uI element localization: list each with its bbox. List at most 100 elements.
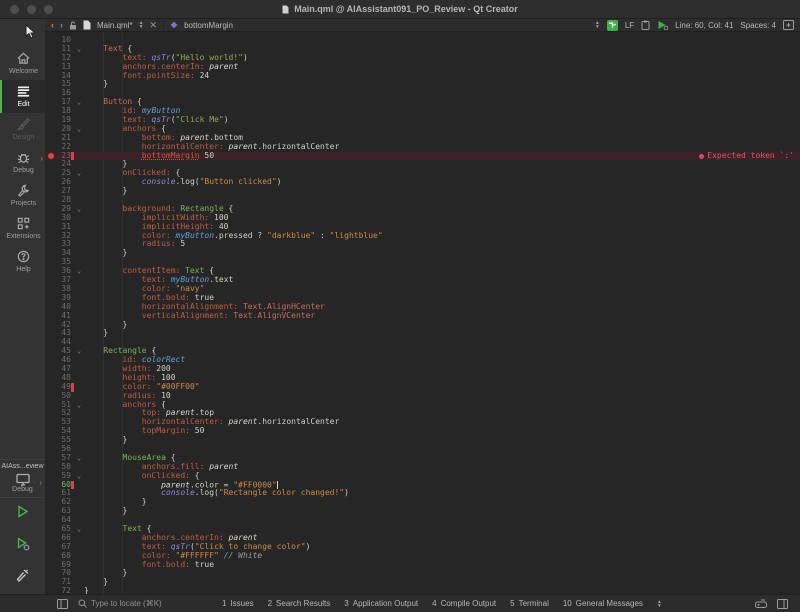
pane-button-search-results[interactable]: 2Search Results xyxy=(268,599,331,608)
sidebar-item-welcome[interactable]: Welcome xyxy=(0,47,45,80)
code-model-status-icon[interactable] xyxy=(607,20,618,31)
mouse-cursor-icon xyxy=(24,24,36,40)
cursor-position-indicator[interactable]: Line: 60, Col: 41 xyxy=(675,21,733,30)
edit-lines-icon xyxy=(16,84,31,99)
code-line-26[interactable]: 26 console.log("Button clicked") xyxy=(45,178,800,187)
pane-stepper[interactable]: ▲▼ xyxy=(657,600,662,608)
notification-popup-icon[interactable] xyxy=(755,599,767,608)
code-line-10[interactable]: 10 xyxy=(45,36,800,45)
active-project-label: AIAss...eview xyxy=(1,463,43,470)
extensions-icon xyxy=(16,216,31,231)
split-editor-icon[interactable] xyxy=(783,20,794,30)
code-line-44[interactable]: 44 xyxy=(45,338,800,347)
pane-button-terminal[interactable]: 5Terminal xyxy=(510,599,549,608)
code-line-61[interactable]: 61 console.log("Rectangle color changed!… xyxy=(45,489,800,498)
mode-sidebar: Welcome Edit Design Debug › Projects xyxy=(0,19,45,594)
sidebar-item-debug[interactable]: Debug › xyxy=(0,146,45,179)
close-document-button[interactable]: ✕ xyxy=(150,20,158,31)
file-stepper[interactable]: ▲▼ xyxy=(139,21,144,29)
sidebar-item-edit[interactable]: Edit xyxy=(0,80,45,113)
code-line-15[interactable]: 15 } xyxy=(45,80,800,89)
titlebar: Main.qml @ AIAssistant091_PO_Review - Qt… xyxy=(0,0,800,19)
fold-marker-icon[interactable]: ⌄ xyxy=(74,205,84,214)
toggle-left-sidebar-icon[interactable] xyxy=(57,599,68,609)
code-area: 1011⌄ Text {12 text: qsTr("Hello world!"… xyxy=(45,36,800,594)
help-icon xyxy=(16,249,31,264)
fold-marker-icon[interactable]: ⌄ xyxy=(74,267,84,276)
build-button[interactable] xyxy=(15,562,30,594)
open-file-tab[interactable]: Main.qml* xyxy=(97,21,133,30)
home-icon xyxy=(16,51,31,66)
kit-selector[interactable]: Debug › xyxy=(0,470,45,498)
pane-button-application-output[interactable]: 3Application Output xyxy=(344,599,418,608)
window-title: Main.qml @ AIAssistant091_PO_Review - Qt… xyxy=(294,4,518,14)
code-line-42[interactable]: 42 } xyxy=(45,321,800,330)
code-editor[interactable]: 1011⌄ Text {12 text: qsTr("Hello world!"… xyxy=(45,32,800,594)
debug-run-button[interactable] xyxy=(15,530,30,562)
code-line-64[interactable]: 64 xyxy=(45,516,800,525)
traffic-light-minimize-button[interactable] xyxy=(27,5,36,14)
debug-flyout-arrow-icon[interactable]: › xyxy=(40,154,43,163)
code-line-63[interactable]: 63 } xyxy=(45,507,800,516)
fold-marker-icon[interactable]: ⌄ xyxy=(74,347,84,356)
code-line-71[interactable]: 71 } xyxy=(45,578,800,587)
statusbar: Type to locate (⌘K) 1Issues 2Search Resu… xyxy=(0,594,800,612)
bug-icon xyxy=(16,150,31,165)
sidebar-item-projects[interactable]: Projects xyxy=(0,179,45,212)
symbol-stepper[interactable]: ▲▼ xyxy=(595,21,600,29)
clipboard-icon[interactable] xyxy=(641,20,650,30)
sidebar-item-help[interactable]: Help xyxy=(0,245,45,278)
code-line-33[interactable]: 33 radius: 5 xyxy=(45,240,800,249)
sidebar-item-design[interactable]: Design xyxy=(0,113,45,146)
sidebar-item-extensions[interactable]: Extensions xyxy=(0,212,45,245)
indentation-indicator[interactable]: Spaces: 4 xyxy=(740,21,776,30)
back-button[interactable]: ‹ xyxy=(51,20,54,30)
symbol-diamond-icon xyxy=(170,21,178,29)
kit-flyout-arrow-icon: › xyxy=(39,478,42,487)
qt-creator-window: Main.qml @ AIAssistant091_PO_Review - Qt… xyxy=(0,0,800,612)
fold-marker-icon[interactable]: ⌄ xyxy=(74,454,84,463)
pane-button-issues[interactable]: 1Issues xyxy=(222,599,254,608)
code-line-54[interactable]: 54 topMargin: 50 xyxy=(45,427,800,436)
file-icon xyxy=(83,20,91,30)
fold-marker-icon[interactable]: ⌄ xyxy=(74,45,84,54)
debug-play-icon xyxy=(15,536,30,551)
forward-button[interactable]: › xyxy=(60,20,63,30)
text-cursor xyxy=(277,481,278,489)
line-ending-selector[interactable]: LF xyxy=(625,21,634,30)
run-button[interactable] xyxy=(15,498,30,530)
traffic-light-close-button[interactable] xyxy=(10,5,19,14)
fold-marker-icon[interactable]: ⌄ xyxy=(74,125,84,134)
symbol-dropdown[interactable]: bottomMargin xyxy=(184,21,233,30)
fold-marker-icon[interactable]: ⌄ xyxy=(74,472,84,481)
code-line-69[interactable]: 69 font.bold: true xyxy=(45,561,800,570)
search-icon xyxy=(78,599,87,608)
code-line-16[interactable]: 16 xyxy=(45,89,800,98)
error-marker-icon xyxy=(48,153,54,159)
code-line-72[interactable]: 72} xyxy=(45,587,800,594)
fold-marker-icon[interactable]: ⌄ xyxy=(74,98,84,107)
lock-icon xyxy=(69,21,77,30)
error-annotation: Expected token `:' xyxy=(699,152,794,161)
code-line-62[interactable]: 62 } xyxy=(45,498,800,507)
locator-field[interactable]: Type to locate (⌘K) xyxy=(78,599,198,608)
build-run-panel: AIAss...eview Debug › xyxy=(0,459,45,594)
fold-marker-icon[interactable]: ⌄ xyxy=(74,401,84,410)
code-line-55[interactable]: 55 } xyxy=(45,436,800,445)
toggle-right-sidebar-icon[interactable] xyxy=(777,599,788,609)
analyze-run-icon[interactable] xyxy=(657,20,668,30)
code-line-70[interactable]: 70 } xyxy=(45,569,800,578)
line-number: 72 xyxy=(57,587,71,594)
code-line-34[interactable]: 34 } xyxy=(45,249,800,258)
fold-marker-icon[interactable]: ⌄ xyxy=(74,525,84,534)
code-line-43[interactable]: 43 } xyxy=(45,329,800,338)
code-line-41[interactable]: 41 verticalAlignment: Text.AlignVCenter xyxy=(45,312,800,321)
code-line-14[interactable]: 14 font.pointSize: 24 xyxy=(45,72,800,81)
code-line-23[interactable]: 23 bottomMargin 50Expected token `:' xyxy=(45,152,800,161)
pane-button-general-messages[interactable]: 10General Messages xyxy=(563,599,643,608)
pane-button-compile-output[interactable]: 4Compile Output xyxy=(432,599,496,608)
desktop-kit-icon xyxy=(15,473,31,486)
fold-marker-icon[interactable]: ⌄ xyxy=(74,169,84,178)
code-line-27[interactable]: 27 } xyxy=(45,187,800,196)
traffic-light-zoom-button[interactable] xyxy=(44,5,53,14)
